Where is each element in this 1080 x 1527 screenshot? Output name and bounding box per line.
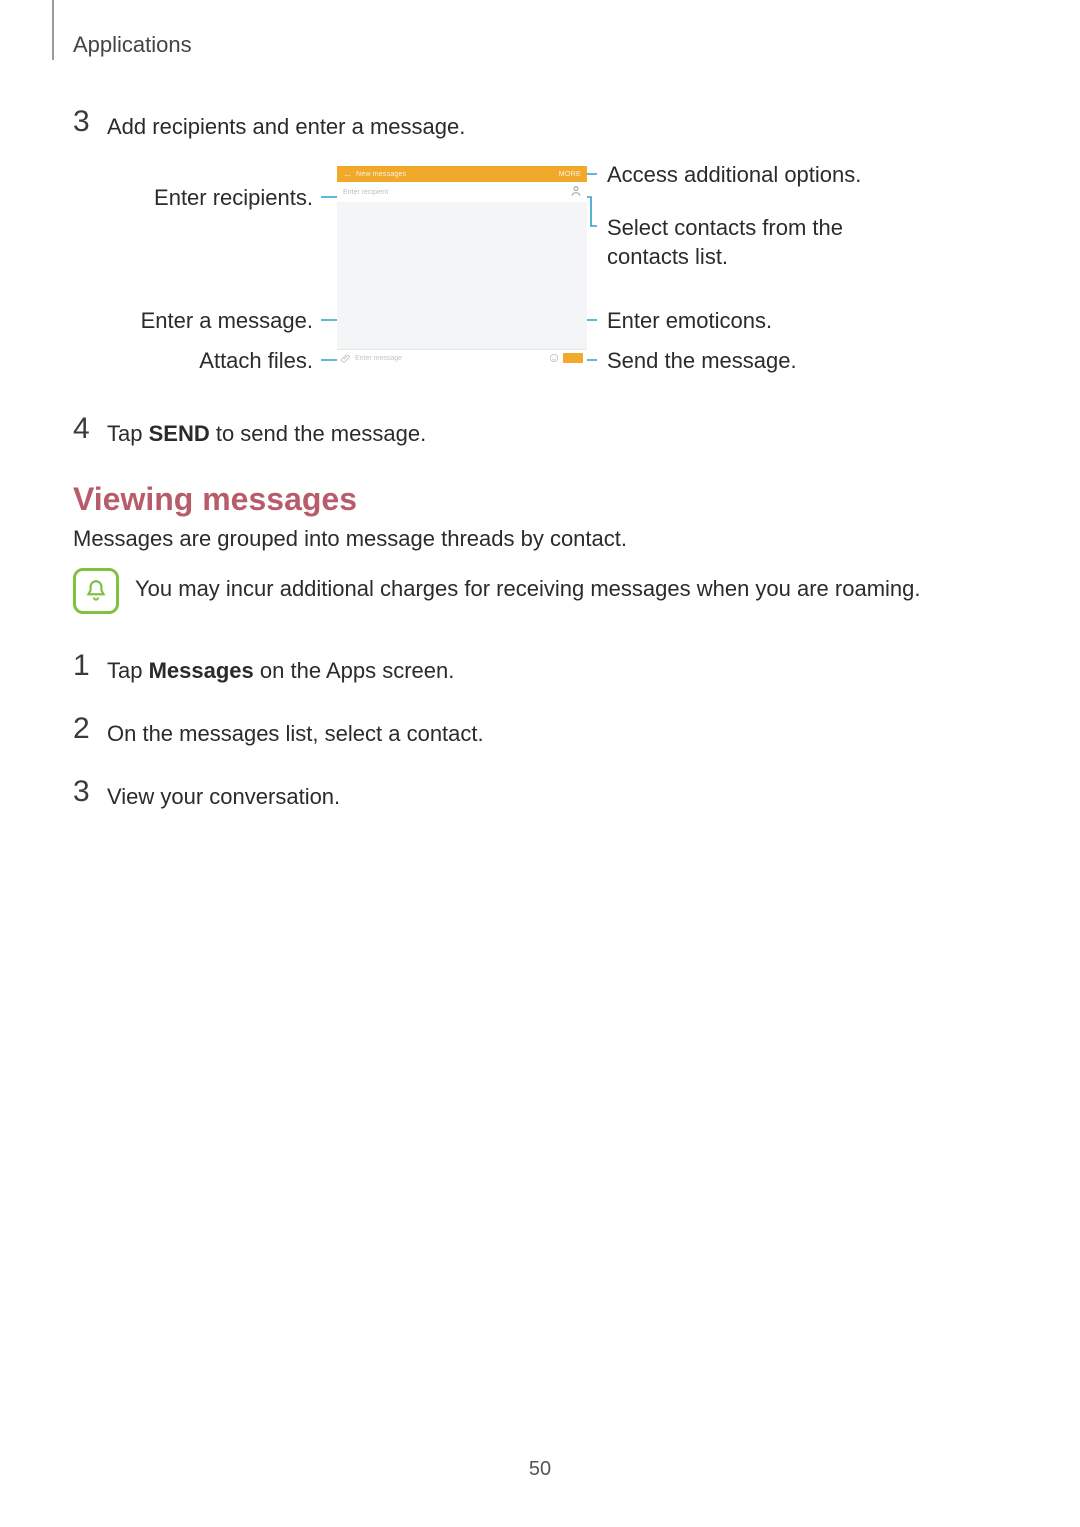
phone-mock: ← New messages MORE Enter recipient Ente… xyxy=(337,166,587,366)
step-number: 4 xyxy=(73,412,103,446)
header-rule xyxy=(52,0,54,60)
step-b1: 1 Tap Messages on the Apps screen. xyxy=(73,657,1010,686)
contacts-icon xyxy=(569,184,583,198)
breadcrumb: Applications xyxy=(73,32,192,58)
phone-body xyxy=(337,202,587,350)
step-text-bold: Messages xyxy=(149,658,254,683)
step-text-pre: Tap xyxy=(107,421,149,446)
page-number: 50 xyxy=(0,1458,1080,1481)
callout-enter-message: Enter a message. xyxy=(73,308,313,334)
step-text-post: to send the message. xyxy=(210,421,426,446)
paperclip-icon xyxy=(341,353,351,363)
step-number: 3 xyxy=(73,105,103,139)
step-text: Add recipients and enter a message. xyxy=(107,113,1010,142)
step-text: Tap Messages on the Apps screen. xyxy=(107,657,1010,686)
step-text: View your conversation. xyxy=(107,783,1010,812)
callout-enter-recipients: Enter recipients. xyxy=(73,185,313,211)
note-text: You may incur additional charges for rec… xyxy=(135,570,921,602)
callout-select-contacts: Select contacts from the contacts list. xyxy=(607,214,907,271)
step-text-pre: Tap xyxy=(107,658,149,683)
step-text-post: on the Apps screen. xyxy=(254,658,455,683)
step-number: 2 xyxy=(73,712,103,746)
note-roaming: You may incur additional charges for rec… xyxy=(73,570,921,602)
step-a4: 4 Tap SEND to send the message. xyxy=(73,420,1010,449)
compose-diagram: Enter recipients. Enter a message. Attac… xyxy=(73,160,973,390)
section-title-viewing-messages: Viewing messages xyxy=(73,481,357,518)
step-number: 3 xyxy=(73,775,103,809)
step-text: On the messages list, select a contact. xyxy=(107,720,1010,749)
phone-header-title: New messages xyxy=(356,171,555,178)
send-button-mock xyxy=(563,353,583,363)
step-b2: 2 On the messages list, select a contact… xyxy=(73,720,1010,749)
callout-enter-emoticons: Enter emoticons. xyxy=(607,308,907,334)
step-number: 1 xyxy=(73,649,103,683)
callout-additional-options: Access additional options. xyxy=(607,162,947,188)
callout-attach-files: Attach files. xyxy=(73,348,313,374)
phone-header: ← New messages MORE xyxy=(337,166,587,182)
recipient-placeholder: Enter recipient xyxy=(343,189,388,196)
phone-composer: Enter message xyxy=(337,349,587,366)
phone-recipient-row: Enter recipient xyxy=(337,182,587,203)
callout-send-message: Send the message. xyxy=(607,348,907,374)
back-arrow-icon: ← xyxy=(343,169,352,179)
step-text: Tap SEND to send the message. xyxy=(107,420,1010,449)
page: Applications 3 Add recipients and enter … xyxy=(0,0,1080,1527)
bell-icon xyxy=(73,568,119,614)
composer-placeholder: Enter message xyxy=(355,355,545,362)
smiley-icon xyxy=(549,353,559,363)
section-intro: Messages are grouped into message thread… xyxy=(73,526,627,552)
phone-header-more: MORE xyxy=(559,171,581,178)
step-a3: 3 Add recipients and enter a message. xyxy=(73,113,1010,142)
step-b3: 3 View your conversation. xyxy=(73,783,1010,812)
step-text-bold: SEND xyxy=(149,421,210,446)
